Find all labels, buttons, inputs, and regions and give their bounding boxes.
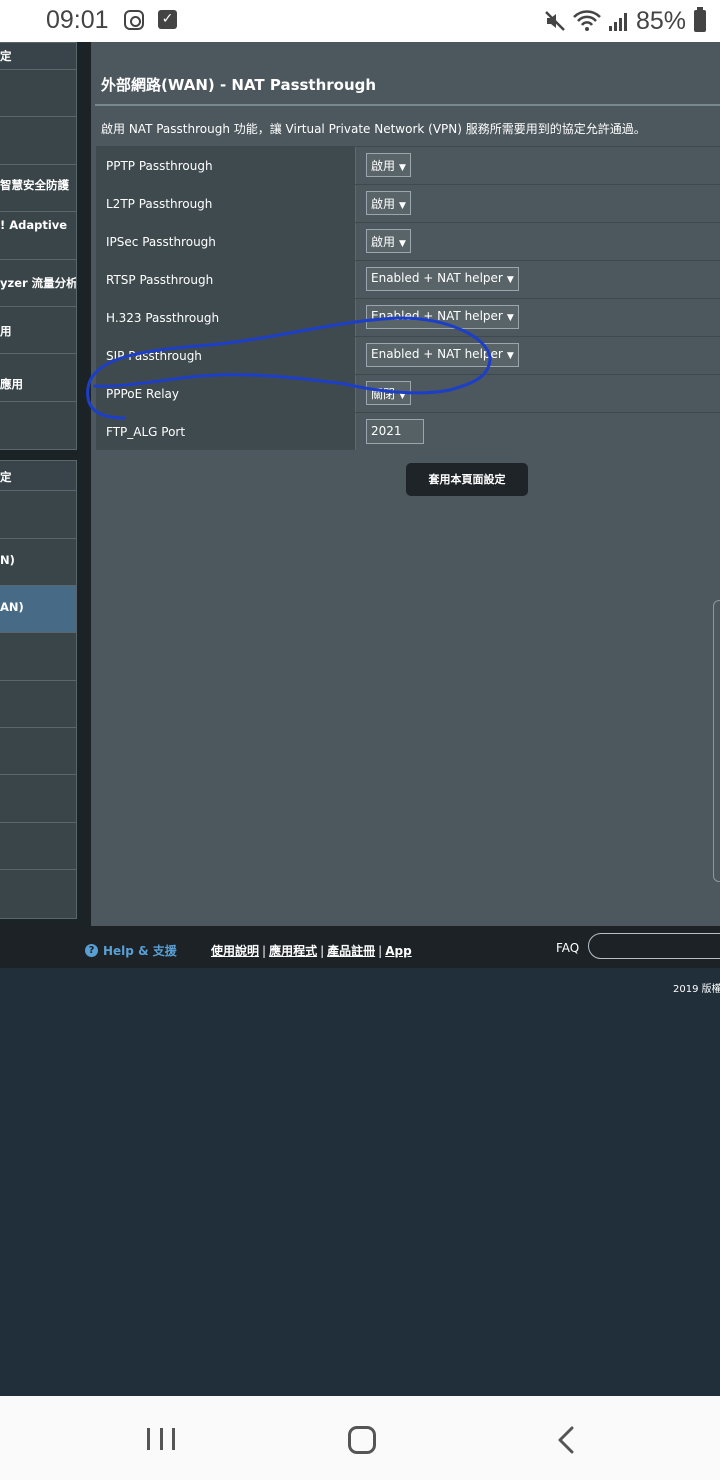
phone-screen: 09:01 ✓ 85% 定 智慧安全防護 ! Adaptive yzer 流量分… [0,0,720,1480]
table-row-ftp-alg: FTP_ALG Port 2021 [96,412,720,450]
l2tp-select[interactable]: 啟用 ▼ [366,191,411,215]
battery-percent: 85% [635,6,686,35]
status-right: 85% [544,6,706,36]
row-value: 啟用 ▼ [355,223,720,260]
table-row-pptp: PPTP Passthrough 啟用 ▼ [96,146,720,184]
row-label: SIP Passthrough [96,337,355,374]
ipsec-select[interactable]: 啟用 ▼ [366,229,411,253]
ftp-alg-port-input[interactable]: 2021 [366,419,424,444]
pppoe-relay-select[interactable]: 關閉 ▼ [366,381,411,405]
sidebar-item-adaptive-qos[interactable]: ! Adaptive [0,212,76,260]
settings-table: PPTP Passthrough 啟用 ▼ L2TP Passthrough 啟用… [96,146,720,450]
sidebar-item[interactable] [0,823,76,871]
status-bar: 09:01 ✓ 85% [0,0,720,42]
instagram-icon [124,10,144,30]
row-value: Enabled + NAT helper ▼ [355,337,720,374]
chevron-down-icon: ▼ [399,163,406,173]
sidebar-item[interactable] [0,681,76,729]
apply-button[interactable]: 套用本頁面設定 [406,463,528,496]
row-label: H.323 Passthrough [96,299,355,336]
row-label: RTSP Passthrough [96,261,355,298]
sidebar-item-traffic-analyzer[interactable]: yzer 流量分析 [0,260,76,307]
link-app[interactable]: App [385,944,411,958]
status-time: 09:01 [46,6,109,34]
row-label: PPPoE Relay [96,375,355,412]
table-row-h323: H.323 Passthrough Enabled + NAT helper ▼ [96,298,720,336]
sidebar-item[interactable] [0,775,76,823]
row-value: 2021 [355,413,720,450]
row-value: 關閉 ▼ [355,375,720,412]
faq-label: FAQ [556,941,580,955]
sidebar-item[interactable] [0,402,76,449]
sidebar-group-advanced: 定 N) AN) [0,460,77,919]
chevron-down-icon: ▼ [399,201,406,211]
pptp-select[interactable]: 啟用 ▼ [366,153,411,177]
scroll-handle[interactable] [713,600,720,882]
chevron-down-icon: ▼ [506,275,514,285]
row-label: L2TP Passthrough [96,185,355,222]
android-nav-bar [0,1396,720,1480]
home-button[interactable] [348,1426,376,1454]
link-utility[interactable]: 應用程式 [269,944,317,958]
sidebar-item[interactable] [0,728,76,776]
copyright: 2019 版權 [673,984,720,995]
wifi-icon [573,10,601,31]
sidebar-item[interactable] [0,870,76,917]
sidebar-item[interactable]: 應用 [0,354,76,402]
sidebar-item[interactable] [0,70,76,118]
sidebar-group-header: 定 [0,461,76,492]
h323-select[interactable]: Enabled + NAT helper ▼ [366,305,519,329]
help-icon: ? [85,944,98,957]
link-registration[interactable]: 產品註冊 [327,944,375,958]
sidebar-group-general: 定 智慧安全防護 ! Adaptive yzer 流量分析 用 應用 [0,42,77,451]
row-label: FTP_ALG Port [96,413,355,450]
title-divider [95,104,720,106]
page-background: 2019 版權 [0,968,720,1396]
row-label: PPTP Passthrough [96,147,355,184]
chevron-down-icon: ▼ [399,239,406,249]
sidebar-item[interactable] [0,491,76,539]
help-support[interactable]: ? Help & 支援 [85,942,177,959]
table-row-sip: SIP Passthrough Enabled + NAT helper ▼ [96,336,720,374]
faq-search-input[interactable] [588,933,720,959]
sip-select[interactable]: Enabled + NAT helper ▼ [366,343,519,367]
mute-icon [545,11,565,31]
sidebar: 定 智慧安全防護 ! Adaptive yzer 流量分析 用 應用 定 N) … [0,42,77,919]
row-value: Enabled + NAT helper ▼ [355,261,720,298]
table-row-rtsp: RTSP Passthrough Enabled + NAT helper ▼ [96,260,720,298]
row-label: IPSec Passthrough [96,223,355,260]
sidebar-item[interactable]: 用 [0,307,76,355]
table-row-pppoe-relay: PPPoE Relay 關閉 ▼ [96,374,720,412]
rtsp-select[interactable]: Enabled + NAT helper ▼ [366,267,519,291]
battery-icon [694,7,706,32]
sidebar-group-header: 定 [0,43,76,70]
sidebar-item-aiprotection[interactable]: 智慧安全防護 [0,165,76,213]
footer-links: 使用說明 | 應用程式 | 產品註冊 | App [211,944,412,958]
chevron-down-icon: ▼ [506,313,514,323]
main-panel: 外部網路(WAN) - NAT Passthrough 啟用 NAT Passt… [91,42,720,926]
sidebar-item[interactable] [0,117,76,165]
page-title: 外部網路(WAN) - NAT Passthrough [101,76,377,94]
table-row-ipsec: IPSec Passthrough 啟用 ▼ [96,222,720,260]
row-value: 啟用 ▼ [355,147,720,184]
row-value: Enabled + NAT helper ▼ [355,299,720,336]
chevron-down-icon: ▼ [506,351,514,361]
sidebar-item-wan[interactable]: AN) [0,585,76,634]
chevron-down-icon: ▼ [399,391,406,401]
link-manual[interactable]: 使用說明 [211,944,259,958]
page-description: 啟用 NAT Passthrough 功能，讓 Virtual Private … [101,122,646,136]
table-row-l2tp: L2TP Passthrough 啟用 ▼ [96,184,720,222]
help-label: Help & 支援 [103,944,177,958]
checkbox-icon: ✓ [158,10,177,29]
row-value: 啟用 ▼ [355,185,720,222]
recent-apps-button[interactable] [147,1428,175,1450]
back-button[interactable] [554,1426,578,1454]
signal-icon [608,13,627,31]
sidebar-item[interactable] [0,633,76,681]
router-web-page: 定 智慧安全防護 ! Adaptive yzer 流量分析 用 應用 定 N) … [0,42,720,968]
footer: ? Help & 支援 使用說明 | 應用程式 | 產品註冊 | App FAQ [0,926,720,968]
sidebar-item-lan[interactable]: N) [0,539,76,586]
